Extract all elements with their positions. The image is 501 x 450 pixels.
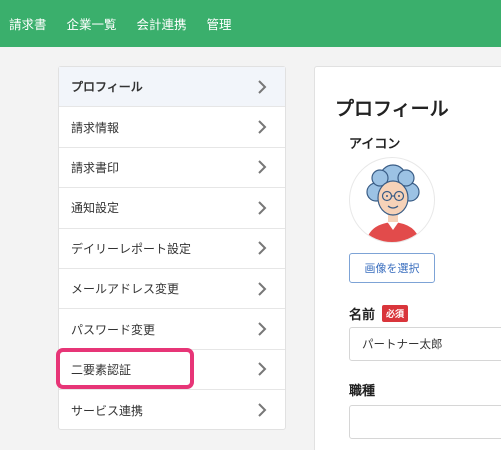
sidebar-item-profile[interactable]: プロフィール bbox=[59, 67, 285, 108]
sidebar-item-label: メールアドレス変更 bbox=[71, 282, 180, 297]
nav-companies[interactable]: 企業一覧 bbox=[67, 14, 117, 33]
top-navigation: 請求書 企業一覧 会計連携 管理 bbox=[0, 0, 501, 47]
nav-admin[interactable]: 管理 bbox=[207, 14, 232, 33]
avatar bbox=[349, 157, 435, 243]
settings-sidebar: プロフィール 請求情報 請求書印 通知設定 デイリーレポート設定 メールアドレス… bbox=[58, 66, 286, 430]
chevron-right-icon bbox=[258, 322, 267, 336]
job-input[interactable] bbox=[349, 405, 501, 439]
nav-invoices[interactable]: 請求書 bbox=[9, 14, 47, 33]
job-label: 職種 bbox=[349, 384, 376, 399]
name-label: 名前 bbox=[349, 308, 376, 323]
sidebar-item-label: 請求情報 bbox=[71, 120, 120, 135]
sidebar-item-daily-report[interactable]: デイリーレポート設定 bbox=[59, 229, 285, 269]
chevron-right-icon bbox=[258, 201, 267, 215]
name-input[interactable]: パートナー太郎 bbox=[349, 327, 501, 361]
chevron-right-icon bbox=[258, 120, 267, 134]
sidebar-item-billing-info[interactable]: 請求情報 bbox=[59, 107, 285, 148]
page-title: プロフィール bbox=[335, 98, 449, 120]
sidebar-item-label: 請求書印 bbox=[71, 160, 120, 175]
chevron-right-icon bbox=[258, 79, 267, 94]
chevron-right-icon bbox=[258, 362, 267, 377]
sidebar-item-notifications[interactable]: 通知設定 bbox=[59, 188, 285, 229]
chevron-right-icon bbox=[258, 241, 267, 255]
sidebar-item-label: パスワード変更 bbox=[71, 322, 156, 337]
profile-panel: プロフィール アイコン 画像を選択 名前 必須 パートナー太郎 職種 bbox=[314, 66, 501, 450]
nav-accounting[interactable]: 会計連携 bbox=[137, 14, 187, 33]
sidebar-item-two-factor-auth[interactable]: 二要素認証 bbox=[59, 350, 285, 391]
required-badge: 必須 bbox=[382, 305, 409, 322]
sidebar-item-label: デイリーレポート設定 bbox=[71, 241, 192, 256]
sidebar-item-label: プロフィール bbox=[71, 80, 143, 95]
icon-label: アイコン bbox=[349, 137, 401, 152]
sidebar-item-service-integration[interactable]: サービス連携 bbox=[59, 390, 285, 430]
chevron-right-icon bbox=[258, 160, 267, 175]
sidebar-item-email-change[interactable]: メールアドレス変更 bbox=[59, 269, 285, 310]
select-image-button[interactable]: 画像を選択 bbox=[349, 253, 435, 283]
chevron-right-icon bbox=[258, 403, 267, 418]
sidebar-item-label: 通知設定 bbox=[71, 201, 120, 216]
sidebar-item-password-change[interactable]: パスワード変更 bbox=[59, 309, 285, 350]
sidebar-item-label: 二要素認証 bbox=[71, 362, 132, 377]
sidebar-item-invoice-seal[interactable]: 請求書印 bbox=[59, 148, 285, 189]
chevron-right-icon bbox=[258, 281, 267, 296]
avatar-illustration-icon bbox=[366, 164, 420, 242]
sidebar-item-label: サービス連携 bbox=[71, 403, 144, 418]
